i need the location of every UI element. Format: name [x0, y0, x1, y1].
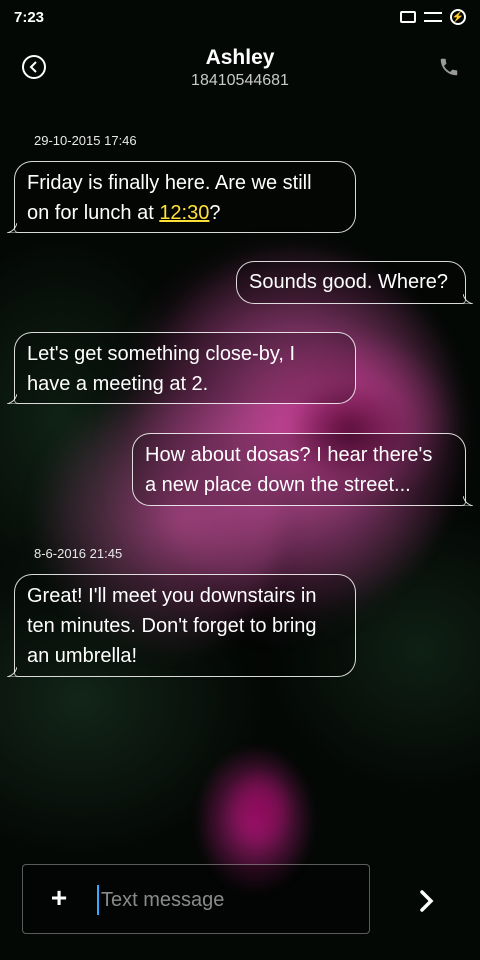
message-timestamp: 29-10-2015 17:46 — [34, 133, 137, 148]
bubble-tail — [7, 223, 17, 233]
message-bubble-incoming[interactable]: Let's get something close-by, I have a m… — [7, 332, 356, 404]
message-line: a new place down the street... — [145, 474, 411, 496]
conversation-header: Ashley 18410544681 — [0, 40, 480, 100]
message-bubble-incoming[interactable]: Friday is finally here. Are we still on … — [7, 161, 356, 233]
attach-button[interactable]: + — [45, 884, 73, 913]
message-bubble-outgoing[interactable]: Sounds good. Where? — [236, 261, 473, 304]
phone-icon — [440, 58, 458, 76]
contact-title: Ashley 18410544681 — [0, 46, 480, 90]
message-line: Great! I'll meet you downstairs in — [27, 585, 317, 607]
message-bubble-outgoing[interactable]: How about dosas? I hear there's a new pl… — [132, 433, 473, 506]
time-link[interactable]: 12:30 — [159, 202, 209, 224]
message-line: Friday is finally here. Are we still — [27, 172, 312, 194]
bubble-tail — [463, 294, 473, 304]
message-line: an umbrella! — [27, 645, 138, 667]
chevron-right-icon — [420, 890, 434, 912]
contact-number: 18410544681 — [191, 72, 289, 89]
bubble-tail — [463, 496, 473, 506]
message-line: have a meeting at 2. — [27, 373, 209, 395]
status-icons: ⚡ — [400, 9, 466, 25]
message-input[interactable] — [97, 885, 357, 915]
status-time: 7:23 — [14, 8, 45, 26]
send-button[interactable] — [410, 884, 444, 918]
message-line: on for lunch at 12:30? — [27, 198, 343, 228]
status-bar: 7:23 ⚡ — [0, 0, 480, 34]
message-bubble-incoming[interactable]: Great! I'll meet you downstairs in ten m… — [7, 574, 356, 677]
message-text: ? — [209, 202, 221, 224]
message-composer: + — [22, 864, 370, 934]
call-button[interactable] — [438, 56, 460, 78]
signal-lines-icon — [424, 12, 442, 22]
contact-name: Ashley — [205, 46, 275, 69]
message-timestamp: 8-6-2016 21:45 — [34, 546, 123, 561]
message-line: Sounds good. Where? — [249, 271, 449, 293]
battery-outline-icon — [400, 11, 416, 23]
message-line: ten minutes. Don't forget to bring — [27, 615, 317, 637]
charging-icon: ⚡ — [450, 9, 466, 25]
message-line: Let's get something close-by, I — [27, 343, 296, 365]
bubble-tail — [7, 667, 17, 677]
message-text: on for lunch at — [27, 202, 160, 224]
message-line: How about dosas? I hear there's — [145, 444, 433, 466]
bubble-tail — [7, 394, 17, 404]
